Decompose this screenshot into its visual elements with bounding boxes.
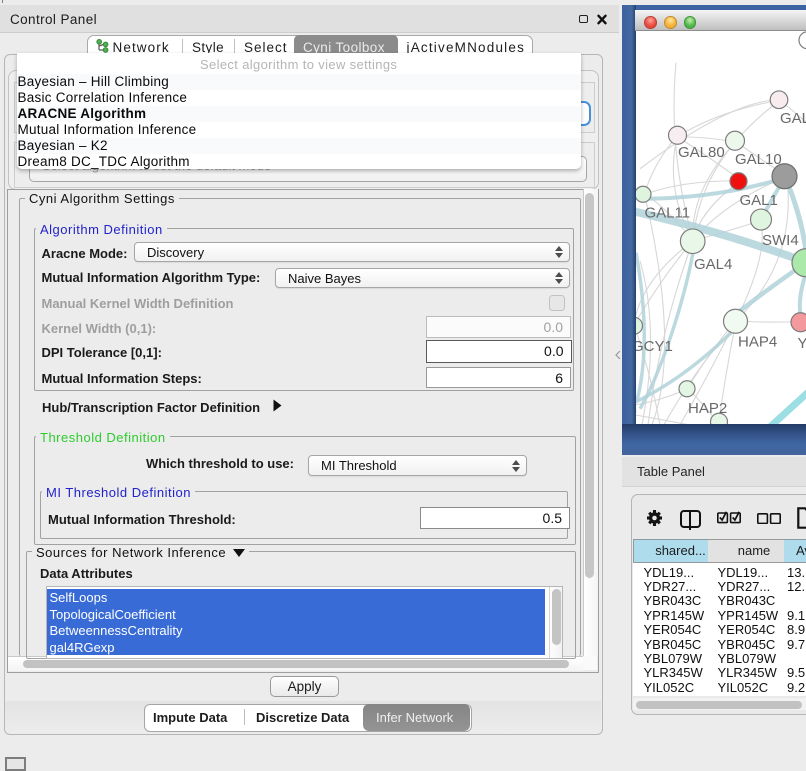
svg-text:GAL11: GAL11 (645, 204, 691, 221)
svg-text:GAL80: GAL80 (678, 143, 725, 160)
svg-text:HAP4: HAP4 (738, 333, 777, 350)
svg-text:GAL4: GAL4 (694, 255, 732, 272)
svg-text:GAL7: GAL7 (780, 109, 806, 126)
svg-text:HAP2: HAP2 (688, 399, 727, 416)
svg-text:SWI4: SWI4 (762, 231, 799, 248)
svg-text:GAL10: GAL10 (735, 150, 782, 167)
svg-text:GCY1: GCY1 (636, 337, 673, 354)
svg-text:YJ: YJ (798, 334, 806, 351)
svg-text:GAL1: GAL1 (740, 191, 778, 208)
